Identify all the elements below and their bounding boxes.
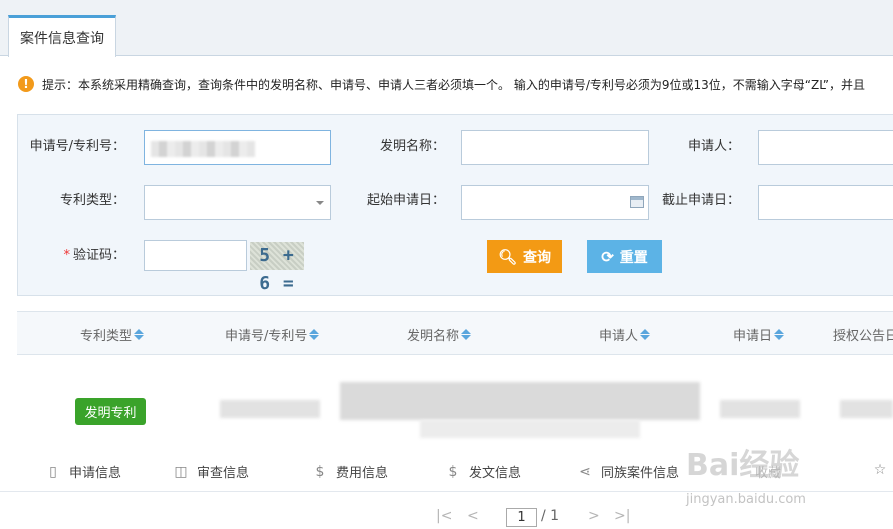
redacted-app-date [720,400,800,418]
col-applicant-label: 申请人 [599,329,639,344]
redacted-invention-name-2 [420,420,640,438]
tab-case-info-query[interactable]: 案件信息查询 [8,15,116,57]
tab-bar: 案件信息查询 [0,0,893,57]
patent-type-label: 专利类型： [59,193,125,208]
redacted-invention-name [340,382,700,420]
action-label: 申请信息 [69,466,122,481]
examine-icon: ◫ [174,463,188,480]
action-label: 同族案件信息 [601,466,680,481]
col-invention-name[interactable]: 发明名称 [407,325,472,344]
applicant-label: 申请人： [687,139,740,154]
required-mark: * [63,248,70,263]
end-date-label: 截止申请日： [661,193,740,208]
action-dispatch-info[interactable]: $ 发文信息 [445,462,522,482]
redacted-value [151,141,255,157]
page-total: / 1 [541,508,560,524]
sort-icon[interactable] [134,329,145,340]
col-grant-date-label: 授权公告日 [833,329,893,344]
col-grant-date[interactable]: 授权公告日 [833,325,893,344]
col-applicant[interactable]: 申请人 [599,325,651,344]
warning-icon: ! [18,76,34,92]
reset-button-label: 重置 [619,248,648,265]
invention-name-input[interactable] [461,130,649,165]
tip-text: 提示：本系统采用精确查询，查询条件中的发明名称、申请号、申请人三者必须填一个。 … [42,77,865,92]
results-table-header: 专利类型 申请号/专利号 发明名称 申请人 申请日 授权公告日 [17,311,893,355]
page-number-input[interactable]: 1 [506,508,537,527]
action-application-info[interactable]: ▯ 申请信息 [45,462,122,482]
action-star[interactable]: ☆ [872,462,888,478]
patent-type-select[interactable] [144,185,331,220]
app-no-label: 申请号/专利号： [29,139,125,154]
action-label: 费用信息 [336,466,389,481]
share-icon: ⋖ [579,463,591,480]
app-no-input[interactable] [144,130,331,165]
chevron-down-icon [316,201,324,205]
captcha-image[interactable]: 5 + 6 = [250,242,304,294]
sort-icon[interactable] [640,329,651,340]
action-family-info[interactable]: ⋖ 同族案件信息 [577,462,680,482]
action-examination-info[interactable]: ◫ 审查信息 [173,462,250,482]
action-label: 审查信息 [197,466,250,481]
sort-icon[interactable] [774,329,785,340]
col-app-date-label: 申请日 [733,329,773,344]
reset-button[interactable]: ⟳ 重置 [587,240,662,273]
start-date-input[interactable] [461,185,649,220]
captcha-label: * 验证码： [15,246,125,266]
col-app-no-label: 申请号/专利号 [225,329,308,344]
first-page-button[interactable]: |< [436,508,452,524]
watermark-url: jingyan.baidu.com [686,492,806,507]
sort-icon[interactable] [309,329,320,340]
money-bag-icon: $ [315,463,325,480]
col-invention-name-label: 发明名称 [407,329,460,344]
col-patent-type-label: 专利类型 [80,329,133,344]
last-page-button[interactable]: >| [614,508,630,524]
prev-page-button[interactable]: < [467,508,479,524]
start-date-label: 起始申请日： [366,193,445,208]
tip-banner: ! 提示：本系统采用精确查询，查询条件中的发明名称、申请号、申请人三者必须填一个… [18,72,893,96]
sort-icon[interactable] [461,329,472,340]
action-fee-info[interactable]: $ 费用信息 [312,462,389,482]
money-bag-icon: $ [448,463,458,480]
end-date-input[interactable] [758,185,893,220]
redacted-grant-date [840,400,893,418]
col-app-no[interactable]: 申请号/专利号 [225,325,320,344]
invention-name-label: 发明名称： [379,139,445,154]
patent-type-badge: 发明专利 [75,398,146,425]
applicant-input[interactable] [758,130,893,165]
action-label: 发文信息 [469,466,522,481]
document-icon: ▯ [49,463,57,480]
star-icon: ☆ [873,462,887,478]
next-page-button[interactable]: > [588,508,600,524]
watermark-logo: Bai经验 [686,448,800,483]
redacted-app-no [220,400,320,418]
col-app-date[interactable]: 申请日 [733,325,785,344]
search-icon: 🔍︎ [497,248,518,266]
captcha-input[interactable] [144,240,247,271]
captcha-label-text: 验证码： [72,248,125,263]
query-button[interactable]: 🔍︎ 查询 [487,240,562,273]
refresh-icon: ⟳ [601,248,614,266]
query-button-label: 查询 [523,248,552,265]
col-patent-type[interactable]: 专利类型 [80,325,145,344]
